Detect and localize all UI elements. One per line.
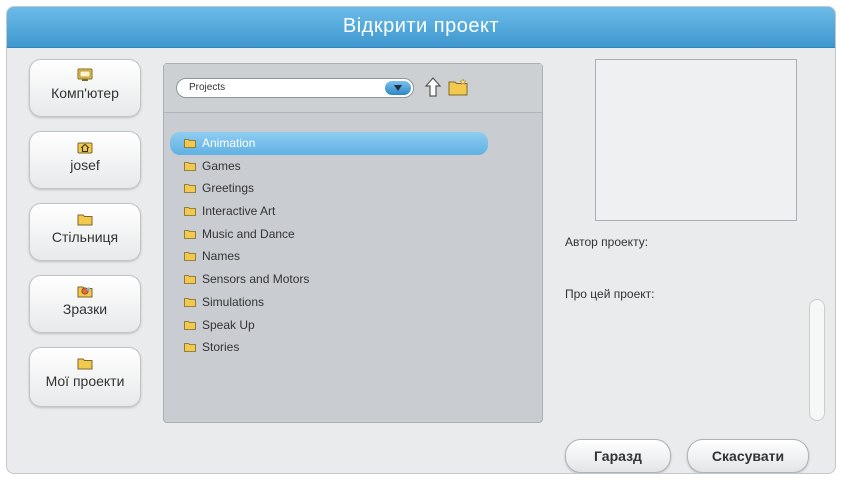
examples-icon xyxy=(77,286,93,298)
folder-label: Games xyxy=(202,158,241,173)
folder-label: Animation xyxy=(202,136,256,150)
title-bar: Відкрити проект xyxy=(7,7,835,48)
place-label: josef xyxy=(70,157,100,173)
folder-icon xyxy=(77,358,93,370)
place-button-desktop[interactable]: Стільниця xyxy=(29,203,141,261)
folder-item[interactable]: Speak Up xyxy=(170,314,540,337)
folder-item[interactable]: Music and Dance xyxy=(170,223,540,246)
place-label: Комп'ютер xyxy=(51,85,119,101)
folder-icon xyxy=(184,320,196,330)
folder-label: Interactive Art xyxy=(202,204,276,219)
folder-label: Speak Up xyxy=(202,317,255,332)
folder-path-dropdown[interactable]: Projects xyxy=(176,78,414,98)
folder-icon xyxy=(184,297,196,307)
file-browser: Projects Animation Games Greetings Inter… xyxy=(163,63,543,423)
folder-item[interactable]: Stories xyxy=(170,336,540,359)
folder-label: Greetings xyxy=(202,181,255,196)
folder-item[interactable]: Sensors and Motors xyxy=(170,268,540,291)
folder-item[interactable]: Games xyxy=(170,155,540,178)
folder-item[interactable]: Names xyxy=(170,245,540,268)
folder-icon xyxy=(184,275,196,285)
folder-item[interactable]: Greetings xyxy=(170,177,540,200)
folder-icon xyxy=(184,252,196,262)
folder-item[interactable]: Simulations xyxy=(170,291,540,314)
cancel-button[interactable]: Скасувати xyxy=(687,439,809,473)
folder-icon xyxy=(184,161,196,171)
up-folder-icon[interactable] xyxy=(424,76,442,98)
place-button-home[interactable]: josef xyxy=(29,131,141,189)
folder-item-selected[interactable]: Animation xyxy=(170,132,488,155)
folder-label: Simulations xyxy=(202,294,265,309)
folder-label: Music and Dance xyxy=(202,226,295,241)
folder-item[interactable]: Interactive Art xyxy=(170,200,540,223)
folder-icon xyxy=(77,214,93,226)
folder-icon xyxy=(184,139,196,148)
folder-label: Names xyxy=(202,249,241,264)
place-button-examples[interactable]: Зразки xyxy=(29,275,141,333)
place-button-computer[interactable]: Комп'ютер xyxy=(29,59,141,117)
project-folder-list: Animation Games Greetings Interactive Ar… xyxy=(170,132,540,359)
chevron-down-icon[interactable] xyxy=(385,81,411,95)
project-thumbnail-preview xyxy=(595,59,797,221)
browser-toolbar: Projects xyxy=(164,64,542,113)
dialog-title: Відкрити проект xyxy=(342,15,500,37)
folder-path-value: Projects xyxy=(189,82,226,93)
folder-icon xyxy=(184,184,196,194)
author-label: Автор проекту: xyxy=(565,235,649,249)
folder-icon xyxy=(184,207,196,216)
ok-button[interactable]: Гаразд xyxy=(565,439,671,473)
open-project-dialog: Відкрити проект Комп'ютер josef Стільниц… xyxy=(6,6,836,474)
folder-label: Sensors and Motors xyxy=(202,272,310,287)
folder-label: Stories xyxy=(202,340,240,355)
place-label: Мої проекти xyxy=(45,373,125,389)
computer-icon xyxy=(77,68,93,81)
place-button-my-projects[interactable]: Мої проекти xyxy=(29,347,141,407)
place-label: Стільниця xyxy=(51,229,119,245)
about-scrollbar[interactable] xyxy=(809,299,825,421)
place-label: Зразки xyxy=(62,301,108,317)
about-project-label: Про цей проект: xyxy=(565,287,655,301)
folder-icon xyxy=(184,343,196,353)
new-folder-icon[interactable] xyxy=(448,78,468,96)
home-icon xyxy=(77,142,93,154)
folder-icon xyxy=(184,229,196,239)
